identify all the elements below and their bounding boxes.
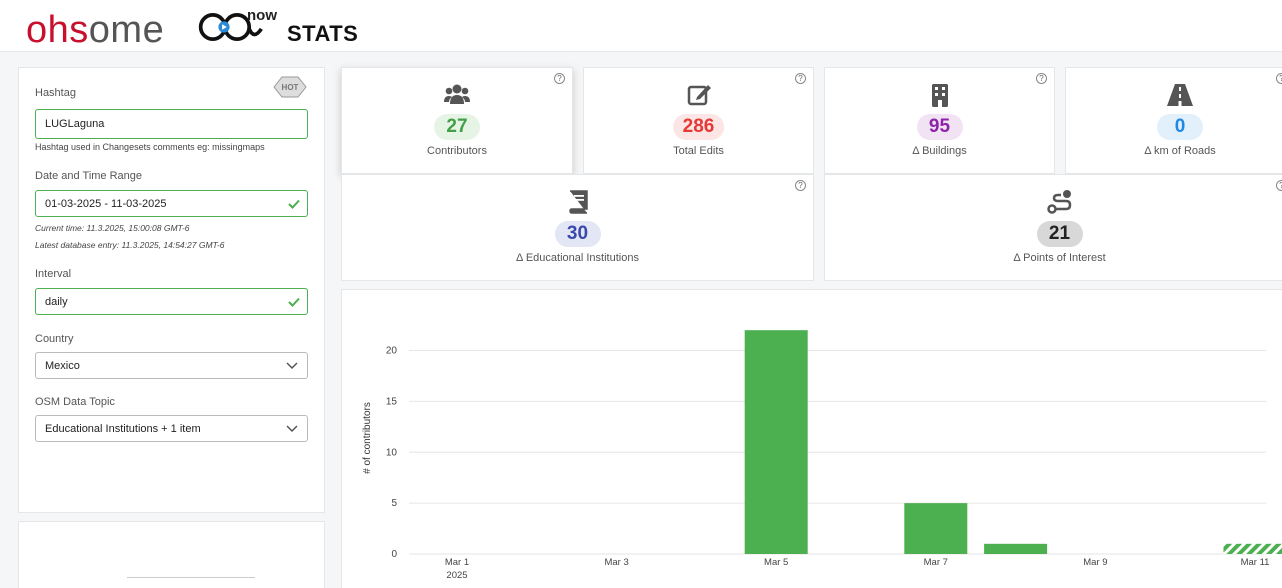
stat-label: Total Edits [673, 145, 724, 157]
users-icon [444, 84, 470, 104]
help-icon[interactable]: ? [1276, 73, 1282, 84]
road-icon [1167, 84, 1193, 106]
chevron-down-icon [286, 361, 298, 369]
help-icon[interactable]: ? [795, 180, 806, 191]
check-icon [288, 199, 300, 209]
hashtag-input[interactable]: LUGLaguna [35, 109, 308, 139]
check-icon [288, 297, 300, 307]
app-header: ohsome now STATS [0, 0, 1282, 52]
help-icon[interactable]: ? [795, 73, 806, 84]
x-tick-label: Mar 11 [1241, 557, 1270, 568]
y-tick-label: 5 [391, 498, 397, 509]
stat-value: 21 [1036, 221, 1083, 247]
help-icon[interactable]: ? [1036, 73, 1047, 84]
stat-value: 286 [672, 114, 725, 140]
stat-label: Δ Educational Institutions [516, 252, 639, 264]
building-icon [931, 84, 948, 107]
x-tick-label: Mar 5 [764, 557, 788, 568]
y-tick-label: 0 [391, 549, 397, 560]
stat-value: 95 [916, 114, 963, 140]
current-time: Current time: 11.3.2025, 15:00:08 GMT-6 [35, 223, 190, 233]
stat-label: Δ Points of Interest [1013, 252, 1106, 264]
bar-mar-8[interactable] [984, 543, 1048, 554]
date-range-value: 01-03-2025 - 11-03-2025 [45, 197, 167, 210]
y-tick-label: 15 [386, 396, 398, 407]
hot-logo-icon: HOT [273, 76, 307, 98]
logo-text: ohsome [26, 9, 165, 51]
stat-card-contributors[interactable]: ? 27 Contributors [341, 67, 573, 174]
osm-topic-value: Educational Institutions + 1 item [45, 422, 201, 435]
stat-value: 0 [1157, 114, 1203, 140]
stat-label: Δ km of Roads [1144, 145, 1216, 157]
country-select[interactable]: Mexico [35, 352, 308, 379]
date-range-label: Date and Time Range [35, 170, 143, 182]
hot-badge-text: HOT [282, 83, 299, 92]
hashtag-hint: Hashtag used in Changesets comments eg: … [35, 142, 265, 152]
contributors-bar-chart: 0 5 10 15 20 Mar 1 Mar 3 Mar 5 Mar 7 Mar 9 Mar 11… [362, 330, 1282, 581]
help-icon[interactable]: ? [554, 73, 565, 84]
route-icon [1046, 190, 1071, 214]
latest-db-entry: Latest database entry: 11.3.2025, 14:54:… [35, 240, 225, 250]
interval-label: Interval [35, 268, 72, 280]
interval-select[interactable]: daily [35, 288, 308, 315]
book-icon [568, 190, 588, 214]
interval-value: daily [45, 295, 68, 308]
stat-value: 27 [434, 114, 480, 140]
osm-topic-select[interactable]: Educational Institutions + 1 item [35, 415, 308, 442]
x-tick-label: Mar 3 [604, 557, 628, 568]
stat-card-educational-institutions[interactable]: ? 30 Δ Educational Institutions [341, 174, 814, 281]
contributors-chart-panel: 0 5 10 15 20 Mar 1 Mar 3 Mar 5 Mar 7 Mar 9 Mar 11… [341, 289, 1282, 588]
hashtag-label: Hashtag [35, 87, 76, 99]
country-value: Mexico [45, 359, 80, 372]
date-range-input[interactable]: 01-03-2025 - 11-03-2025 [35, 190, 308, 217]
ohsome-now-stats-logo[interactable]: ohsome [26, 6, 164, 50]
divider [127, 577, 255, 578]
logo-now: now [247, 7, 277, 24]
stat-card-buildings[interactable]: ? 95 Δ Buildings [824, 67, 1055, 174]
hashtag-value: LUGLaguna [45, 118, 105, 130]
stat-label: Contributors [427, 145, 487, 157]
y-tick-label: 10 [386, 447, 398, 458]
country-label: Country [35, 333, 74, 345]
logo-stats: STATS [287, 21, 359, 46]
map-panel [18, 521, 325, 588]
filter-panel: HOT Hashtag LUGLaguna Hashtag used in Ch… [18, 67, 325, 513]
stat-card-points-of-interest[interactable]: ? 21 Δ Points of Interest [824, 174, 1282, 281]
stat-value: 30 [554, 221, 601, 247]
stat-label: Δ Buildings [912, 145, 967, 157]
bar-mar-5[interactable] [744, 330, 808, 554]
bar-mar-7[interactable] [904, 503, 968, 554]
y-tick-label: 20 [386, 346, 398, 357]
y-axis-label: # of contributors [362, 402, 373, 474]
x-tick-label: Mar 9 [1083, 557, 1107, 568]
x-tick-label: Mar 7 [924, 557, 948, 568]
edit-icon [687, 85, 711, 106]
bar-mar-11[interactable] [1223, 543, 1282, 554]
chevron-down-icon [286, 424, 298, 432]
x-tick-label: Mar 1 [445, 557, 469, 568]
x-year-label: 2025 [446, 570, 467, 581]
help-icon[interactable]: ? [1276, 180, 1282, 191]
stat-card-total-edits[interactable]: ? 286 Total Edits [583, 67, 814, 174]
osm-topic-label: OSM Data Topic [35, 396, 115, 408]
stat-card-roads[interactable]: ? 0 Δ km of Roads [1065, 67, 1282, 174]
